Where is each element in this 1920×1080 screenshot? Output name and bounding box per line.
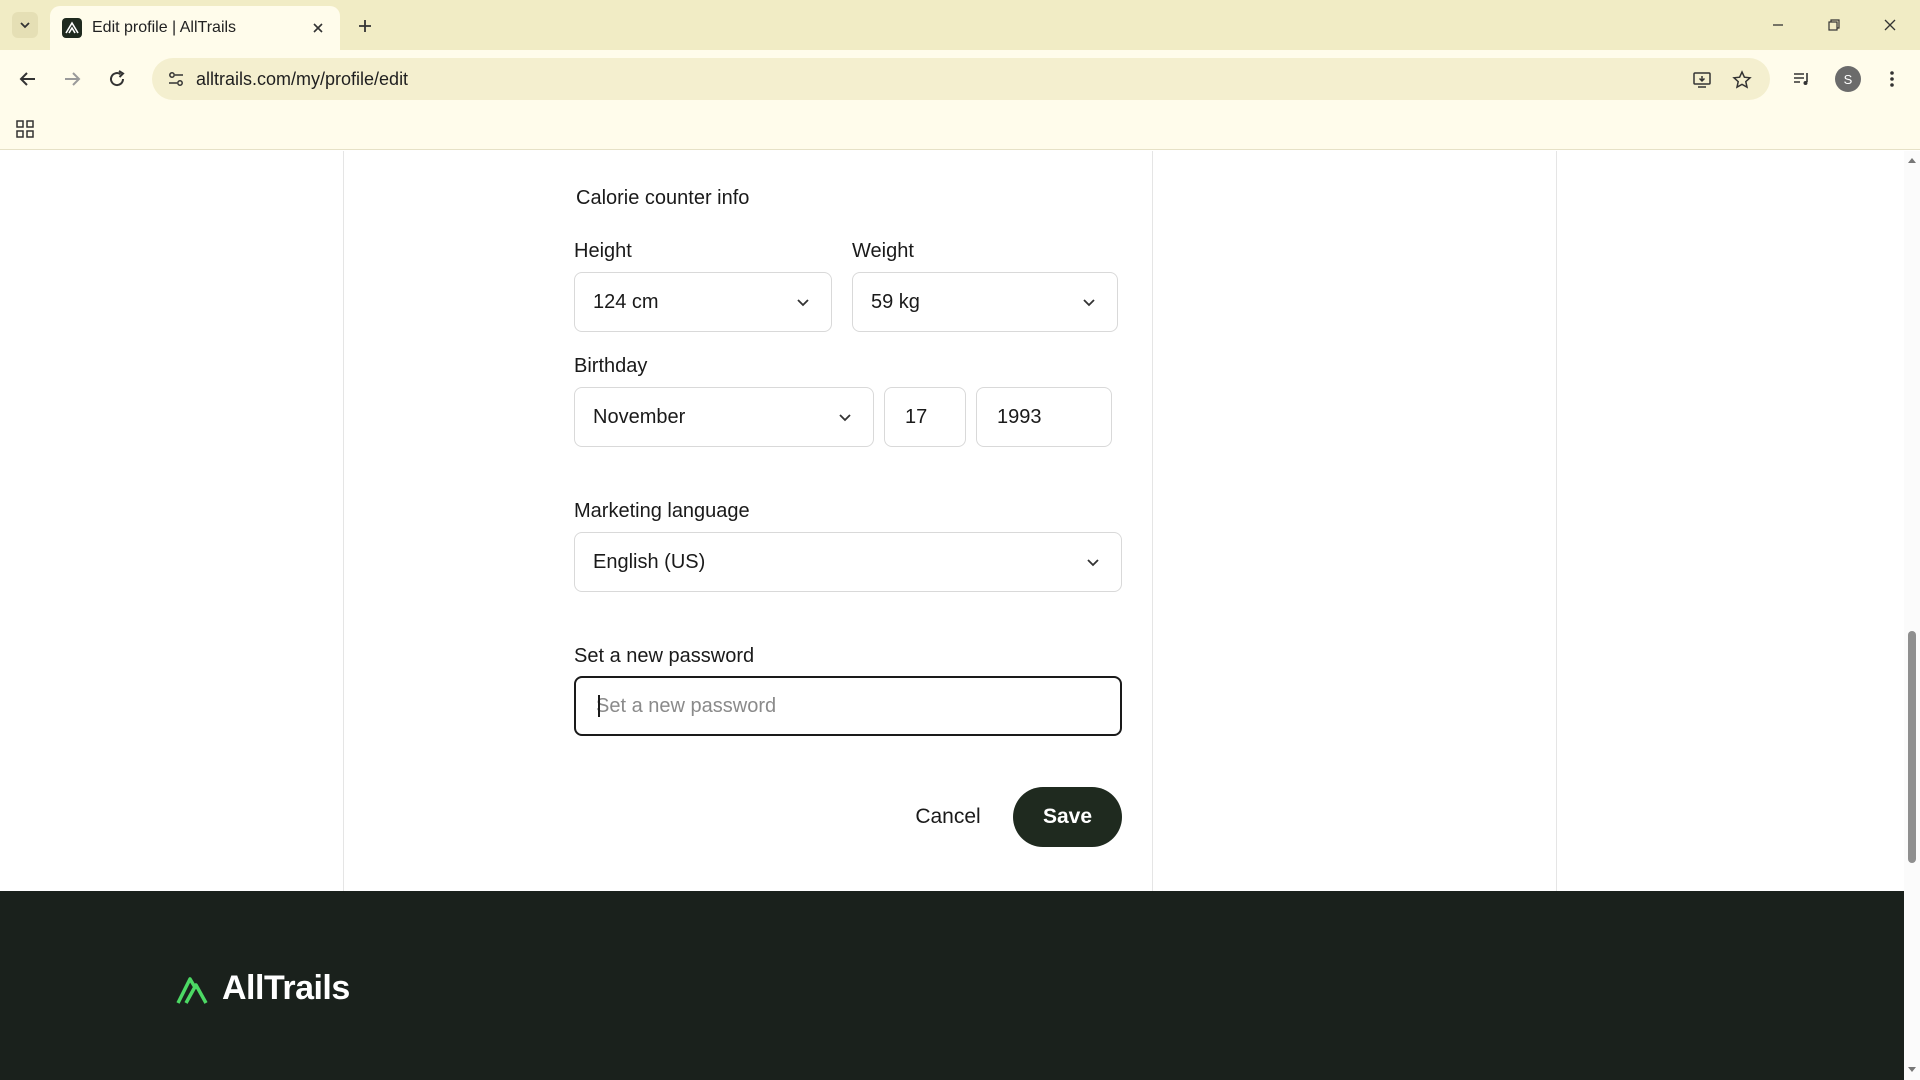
text-caret <box>598 695 600 717</box>
install-app-icon[interactable] <box>1688 66 1716 94</box>
restore-button[interactable] <box>1814 8 1854 42</box>
site-footer: AllTrails <box>0 891 1904 1080</box>
alltrails-logo[interactable]: AllTrails <box>176 969 350 1008</box>
restore-icon <box>1828 19 1840 31</box>
arrow-right-icon <box>65 72 81 86</box>
password-placeholder: Set a new password <box>596 694 777 717</box>
more-vert-icon <box>1890 71 1894 87</box>
avatar: S <box>1835 66 1861 92</box>
page-viewport: Calorie counter info Height 124 cm Weigh… <box>0 151 1904 1080</box>
height-label: Height <box>574 240 632 262</box>
scroll-up-arrow-icon[interactable] <box>1907 155 1917 165</box>
reload-button[interactable] <box>101 63 133 95</box>
profile-button[interactable]: S <box>1832 63 1864 95</box>
weight-value: 59 kg <box>871 290 920 313</box>
browser-toolbar: alltrails.com/my/profile/edit S <box>0 50 1920 108</box>
queue-music-icon <box>1794 73 1808 85</box>
browser-menu-button[interactable] <box>1876 63 1908 95</box>
plus-icon <box>359 20 371 32</box>
chevron-down-icon <box>20 22 30 29</box>
section-title: Calorie counter info <box>576 187 750 209</box>
arrow-left-icon <box>19 72 35 86</box>
card-divider <box>1152 151 1153 891</box>
minimize-button[interactable] <box>1758 8 1798 42</box>
browser-tab-active[interactable]: Edit profile | AllTrails <box>50 6 340 50</box>
birthday-month-select[interactable]: November <box>574 387 874 447</box>
footer-brand-name: AllTrails <box>222 969 350 1007</box>
height-value: 124 cm <box>593 290 659 313</box>
address-bar[interactable]: alltrails.com/my/profile/edit <box>152 58 1770 100</box>
site-info-icon[interactable] <box>162 65 190 93</box>
birthday-year-input[interactable]: 1993 <box>976 387 1112 447</box>
back-button[interactable] <box>12 63 44 95</box>
marketing-language-value: English (US) <box>593 550 706 573</box>
forward-button[interactable] <box>56 63 88 95</box>
save-button[interactable]: Save <box>1013 787 1122 847</box>
birthday-label: Birthday <box>574 355 648 377</box>
close-tab-icon[interactable] <box>308 18 328 38</box>
password-label: Set a new password <box>574 645 755 667</box>
cancel-button[interactable]: Cancel <box>900 787 996 847</box>
url-text[interactable]: alltrails.com/my/profile/edit <box>196 69 408 90</box>
password-input[interactable]: Set a new password <box>574 676 1122 736</box>
alltrails-favicon-icon <box>62 18 82 38</box>
close-window-button[interactable] <box>1870 8 1910 42</box>
weight-label: Weight <box>852 240 914 262</box>
reload-icon <box>110 70 125 87</box>
bookmarks-bar <box>0 108 1920 150</box>
close-icon <box>1884 19 1896 31</box>
grid-icon <box>16 120 34 138</box>
weight-select[interactable]: 59 kg <box>852 272 1118 332</box>
media-controls-button[interactable] <box>1786 63 1818 95</box>
marketing-language-label: Marketing language <box>574 500 750 522</box>
chevron-down-icon <box>835 407 855 427</box>
birthday-month-value: November <box>593 405 686 428</box>
scrollbar-thumb[interactable] <box>1908 631 1916 863</box>
marketing-language-select[interactable]: English (US) <box>574 532 1122 592</box>
chevron-down-icon <box>1083 552 1103 572</box>
tab-title: Edit profile | AllTrails <box>92 19 237 36</box>
alltrails-logo-icon <box>176 976 208 1004</box>
tab-groups-button[interactable] <box>12 116 38 142</box>
profile-edit-card <box>343 151 1557 891</box>
height-select[interactable]: 124 cm <box>574 272 832 332</box>
page-scrollbar[interactable] <box>1904 151 1920 1080</box>
browser-tab-bar: Edit profile | AllTrails <box>0 0 1920 50</box>
bookmark-star-icon[interactable] <box>1728 66 1756 94</box>
scroll-down-arrow-icon[interactable] <box>1907 1065 1917 1075</box>
birthday-day-input[interactable]: 17 <box>884 387 966 447</box>
minimize-icon <box>1773 24 1783 26</box>
tab-search-button[interactable] <box>12 12 38 38</box>
chevron-down-icon <box>1079 292 1099 312</box>
chevron-down-icon <box>793 292 813 312</box>
new-tab-button[interactable] <box>352 13 378 39</box>
